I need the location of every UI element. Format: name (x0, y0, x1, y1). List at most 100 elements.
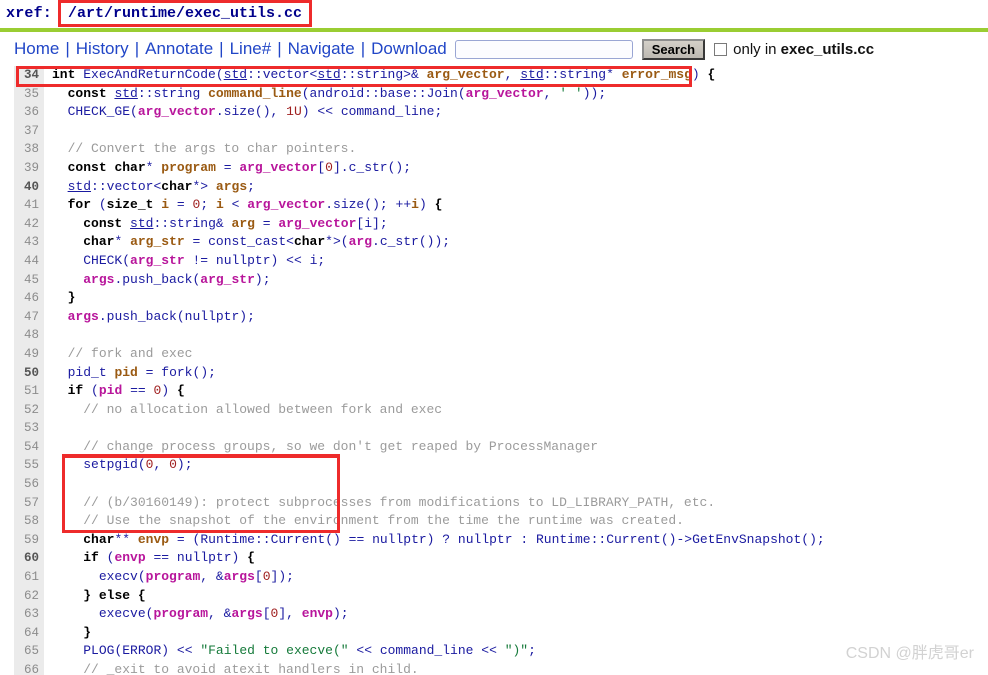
code-text: args.push_back(arg_str); (83, 271, 271, 287)
code-text: args.push_back(nullptr); (67, 308, 255, 324)
code-line: 51 if (pid == 0) { (14, 382, 988, 401)
line-number[interactable]: 42 (14, 214, 44, 234)
code-line: 38 // Convert the args to char pointers. (14, 140, 988, 159)
opengrok-source-viewer: xref: /art/runtime/exec_utils.cc Home | … (0, 0, 988, 675)
code-line: 42 const std::string& arg = arg_vector[i… (14, 214, 988, 234)
code-line: 65 PLOG(ERROR) << "Failed to execve(" <<… (14, 642, 988, 661)
code-line: 37 (14, 121, 988, 141)
file-path: /art/runtime/exec_utils.cc (68, 5, 303, 22)
only-in-filename: exec_utils.cc (780, 40, 875, 58)
line-number[interactable]: 39 (14, 158, 44, 178)
code-line: 41 for (size_t i = 0; i < arg_vector.siz… (14, 196, 988, 215)
nav-link-home[interactable]: Home (14, 39, 59, 59)
line-number[interactable]: 41 (14, 196, 44, 215)
code-line: 57 // (b/30160149): protect subprocesses… (14, 493, 988, 513)
navigation-bar: Home | History | Annotate | Line# | Navi… (0, 36, 988, 62)
line-number[interactable]: 53 (14, 419, 44, 438)
line-number[interactable]: 58 (14, 512, 44, 531)
line-number[interactable]: 34 (14, 66, 44, 85)
line-number[interactable]: 49 (14, 344, 44, 364)
file-path-box[interactable]: /art/runtime/exec_utils.cc (58, 0, 313, 27)
line-number[interactable]: 57 (14, 493, 44, 513)
line-number[interactable]: 47 (14, 307, 44, 327)
code-line: 53 (14, 419, 988, 438)
code-text: char** envp = (Runtime::Current() == nul… (83, 531, 825, 547)
code-text: const std::string& arg = arg_vector[i]; (83, 215, 388, 231)
code-text: // fork and exec (67, 345, 193, 361)
line-number[interactable]: 46 (14, 289, 44, 308)
code-text: } (67, 290, 76, 306)
line-number[interactable]: 63 (14, 605, 44, 624)
xref-label: xref: (6, 5, 53, 22)
line-number[interactable]: 51 (14, 382, 44, 401)
xref-header: xref: /art/runtime/exec_utils.cc (0, 0, 988, 27)
line-number[interactable]: 56 (14, 475, 44, 494)
line-number[interactable]: 37 (14, 121, 44, 141)
line-number[interactable]: 64 (14, 623, 44, 643)
line-number[interactable]: 35 (14, 84, 44, 104)
code-text: // no allocation allowed between fork an… (83, 401, 443, 417)
line-number[interactable]: 59 (14, 530, 44, 550)
code-text: char* arg_str = const_cast<char*>(arg.c_… (83, 234, 451, 250)
line-number[interactable]: 48 (14, 326, 44, 345)
line-number[interactable]: 36 (14, 103, 44, 122)
code-text: if (envp == nullptr) { (83, 550, 255, 566)
line-number[interactable]: 44 (14, 251, 44, 271)
only-in-file-checkbox[interactable] (714, 42, 728, 56)
code-text: // _exit to avoid atexit handlers in chi… (83, 662, 419, 675)
code-line: 52 // no allocation allowed between fork… (14, 400, 988, 420)
line-number[interactable]: 55 (14, 456, 44, 476)
line-number[interactable]: 52 (14, 400, 44, 420)
code-line: 54 // change process groups, so we don't… (14, 437, 988, 457)
code-text: if (pid == 0) { (67, 383, 185, 399)
line-number[interactable]: 40 (14, 177, 44, 197)
nav-separator: | (360, 39, 366, 58)
code-line: 46 } (14, 289, 988, 308)
code-line: 49 // fork and exec (14, 344, 988, 364)
source-code-listing[interactable]: 34 int ExecAndReturnCode(std::vector<std:… (14, 66, 988, 675)
line-number[interactable]: 60 (14, 549, 44, 569)
code-line: 36 CHECK_GE(arg_vector.size(), 1U) << co… (14, 103, 988, 122)
code-text: // change process groups, so we don't ge… (83, 438, 599, 454)
nav-separator: | (65, 39, 70, 58)
code-text: int ExecAndReturnCode(std::vector<std::s… (52, 67, 716, 82)
nav-link-download[interactable]: Download (371, 39, 447, 59)
search-button[interactable]: Search (641, 38, 706, 60)
only-in-text: only in (733, 40, 777, 58)
code-line: 62 } else { (14, 586, 988, 606)
line-number[interactable]: 54 (14, 437, 44, 457)
header-divider (0, 28, 988, 32)
code-text: setpgid(0, 0); (83, 457, 193, 473)
code-text: execve(program, &args[0], envp); (98, 606, 349, 622)
line-number[interactable]: 43 (14, 233, 44, 252)
line-number[interactable]: 61 (14, 568, 44, 587)
code-line: 45 args.push_back(arg_str); (14, 270, 988, 290)
search-input[interactable] (454, 39, 633, 59)
nav-separator: | (277, 39, 282, 58)
code-text: const char* program = arg_vector[0].c_st… (67, 159, 412, 175)
code-text: // (b/30160149): protect subprocesses fr… (83, 494, 716, 510)
line-number[interactable]: 50 (14, 363, 44, 383)
nav-link-line-number[interactable]: Line# (230, 39, 272, 59)
code-line: 35 const std::string command_line(androi… (14, 84, 988, 104)
code-text: // Convert the args to char pointers. (67, 141, 357, 157)
nav-link-annotate[interactable]: Annotate (145, 39, 213, 59)
code-text: CHECK(arg_str != nullptr) << i; (83, 252, 326, 268)
line-number[interactable]: 65 (14, 642, 44, 661)
nav-link-navigate[interactable]: Navigate (288, 39, 355, 59)
code-line: 59 char** envp = (Runtime::Current() == … (14, 530, 988, 550)
code-line: 56 (14, 475, 988, 494)
line-number[interactable]: 66 (14, 661, 44, 675)
line-number[interactable]: 38 (14, 140, 44, 159)
only-in-label: only in exec_utils.cc (733, 41, 874, 58)
code-line: 47 args.push_back(nullptr); (14, 307, 988, 327)
code-line: 66 // _exit to avoid atexit handlers in … (14, 661, 988, 675)
line-number[interactable]: 62 (14, 586, 44, 606)
code-line: 40 std::vector<char*> args; (14, 177, 988, 197)
line-number[interactable]: 45 (14, 270, 44, 290)
code-line: 61 execv(program, &args[0]); (14, 568, 988, 587)
nav-link-history[interactable]: History (76, 39, 129, 59)
